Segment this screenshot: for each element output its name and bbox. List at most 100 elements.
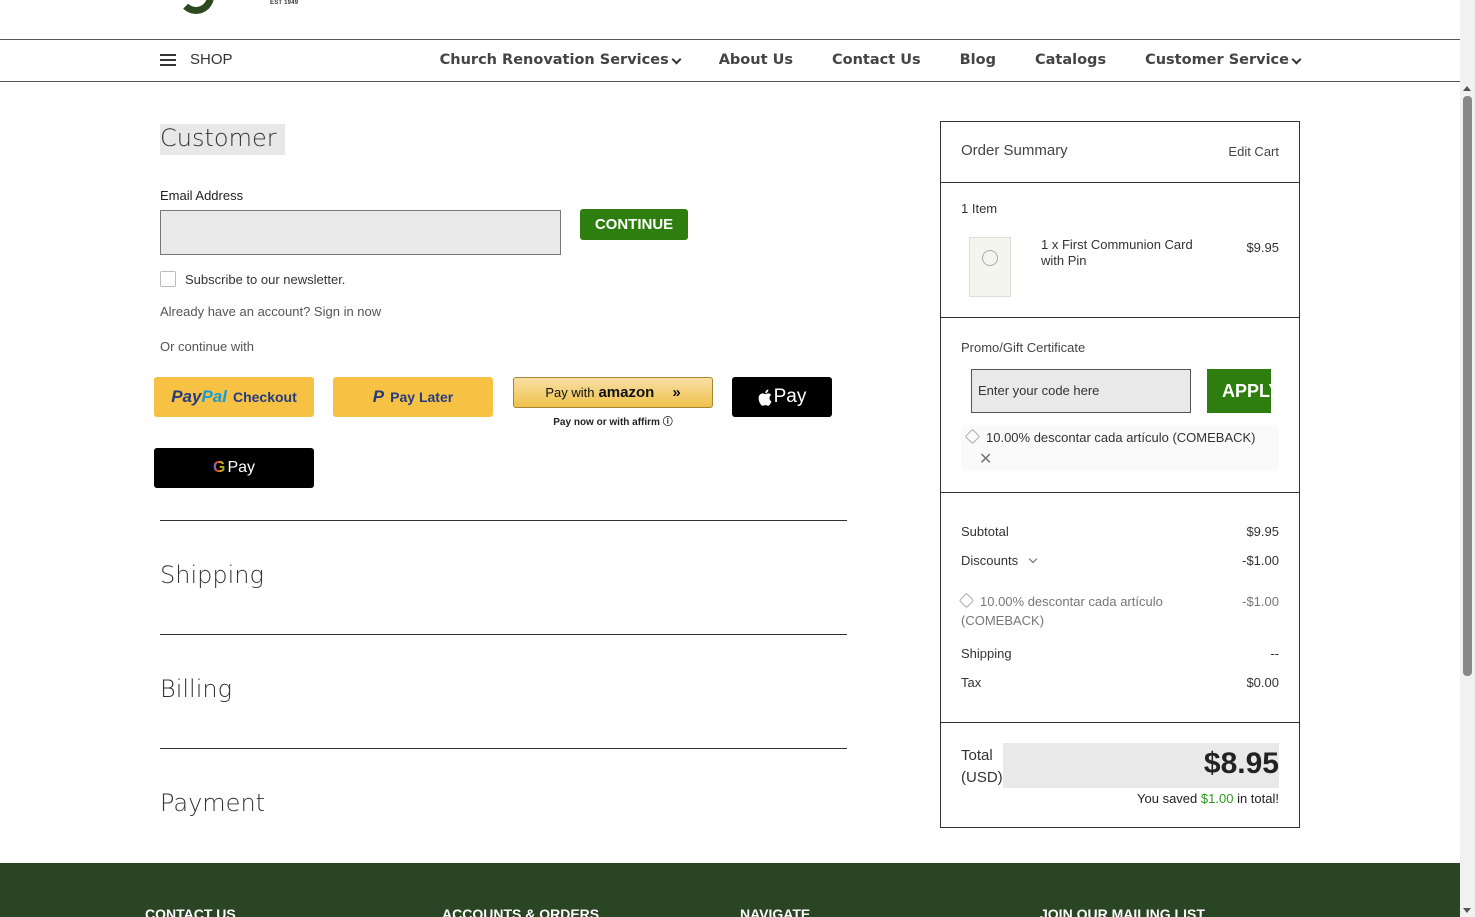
order-summary: Order Summary Edit Cart 1 Item 1 x First… bbox=[940, 121, 1300, 828]
divider bbox=[160, 634, 847, 635]
footer-accounts-heading: ACCOUNTS & ORDERS bbox=[442, 906, 600, 917]
tax-label: Tax bbox=[961, 675, 982, 690]
scroll-thumb[interactable] bbox=[1463, 96, 1472, 676]
google-pay-button[interactable]: G Pay bbox=[154, 448, 314, 488]
tag-icon bbox=[958, 592, 975, 609]
nav-item-church-renovation[interactable]: Church Renovation Services bbox=[439, 52, 682, 68]
nav-links: Church Renovation Services About Us Cont… bbox=[439, 52, 1302, 68]
apple-pay-button[interactable]: Pay bbox=[732, 377, 832, 417]
close-icon[interactable]: ✕ bbox=[979, 449, 992, 469]
chevron-down-icon[interactable] bbox=[1028, 554, 1038, 564]
footer-contact-heading: CONTACT US bbox=[145, 906, 236, 917]
nav-label: Customer Service bbox=[1145, 52, 1289, 68]
savings-note: You saved $1.00 in total! bbox=[1137, 791, 1279, 806]
shipping-heading: Shipping bbox=[160, 561, 264, 589]
total-label: Total (USD) bbox=[961, 747, 1003, 786]
payment-heading: Payment bbox=[160, 789, 266, 817]
newsletter-label: Subscribe to our newsletter. bbox=[185, 271, 346, 287]
coupon-text: 10.00% descontar cada artículo (COMEBACK… bbox=[986, 430, 1256, 445]
footer-mailing-heading: JOIN OUR MAILING LIST bbox=[1040, 906, 1205, 917]
paypal-p-icon: P bbox=[372, 387, 385, 406]
nav-item-about-us[interactable]: About Us bbox=[719, 52, 793, 68]
billing-heading: Billing bbox=[160, 675, 232, 703]
email-field[interactable] bbox=[160, 210, 561, 255]
scrollbar[interactable] bbox=[1460, 0, 1475, 917]
edit-cart-link[interactable]: Edit Cart bbox=[1228, 144, 1279, 159]
affirm-note: Pay now or with affirm ⓘ bbox=[553, 417, 673, 428]
subtotal-value: $9.95 bbox=[1246, 524, 1279, 539]
promo-label: Promo/Gift Certificate bbox=[961, 340, 1086, 355]
nav-item-customer-service[interactable]: Customer Service bbox=[1145, 52, 1302, 68]
paypal-logo-pay: Pay bbox=[171, 387, 202, 406]
amazon-logo: amazon bbox=[598, 384, 655, 401]
divider bbox=[941, 492, 1299, 493]
tag-icon bbox=[964, 428, 981, 445]
tax-value: $0.00 bbox=[1246, 675, 1279, 690]
subtotal-row: Subtotal $9.95 bbox=[961, 524, 1279, 539]
logo[interactable] bbox=[178, 0, 214, 14]
amazon-prefix: Pay with bbox=[545, 385, 595, 400]
nav-item-blog[interactable]: Blog bbox=[960, 52, 996, 68]
discount-detail-value: -$1.00 bbox=[1242, 594, 1279, 609]
scroll-up-arrow-icon[interactable] bbox=[1463, 86, 1471, 91]
scroll-down-arrow-icon[interactable] bbox=[1463, 908, 1471, 913]
nav-item-contact-us[interactable]: Contact Us bbox=[832, 52, 921, 68]
paypal-pay-later-button[interactable]: P Pay Later bbox=[333, 377, 493, 417]
amazon-pay-button[interactable]: Pay with amazon » bbox=[513, 377, 713, 408]
divider bbox=[160, 520, 847, 521]
tax-row: Tax $0.00 bbox=[961, 675, 1279, 690]
divider bbox=[941, 317, 1299, 318]
or-continue-text: Or continue with bbox=[160, 339, 254, 354]
divider bbox=[941, 722, 1299, 723]
item-count: 1 Item bbox=[961, 201, 998, 216]
logo-est-text: EST 1949 bbox=[270, 0, 299, 6]
discount-detail: 10.00% descontar cada artículo (COMEBACK… bbox=[958, 592, 1236, 630]
footer: CONTACT US ACCOUNTS & ORDERS NAVIGATE JO… bbox=[0, 863, 1460, 917]
chevron-down-icon bbox=[671, 54, 682, 65]
pay-later-text: Pay Later bbox=[390, 389, 454, 405]
paypal-checkout-button[interactable]: PayPal Checkout bbox=[154, 377, 314, 417]
saved-amount: $1.00 bbox=[1200, 791, 1234, 806]
customer-heading: Customer bbox=[160, 124, 285, 155]
saved-prefix: You saved bbox=[1137, 791, 1198, 806]
discounts-row[interactable]: Discounts -$1.00 bbox=[961, 553, 1279, 568]
product-thumbnail bbox=[969, 237, 1011, 297]
product-name: 1 x First Communion Card with Pin bbox=[1041, 237, 1193, 268]
order-summary-title: Order Summary bbox=[961, 142, 1068, 159]
newsletter-option[interactable]: Subscribe to our newsletter. bbox=[160, 271, 345, 287]
promo-code-input[interactable]: Enter your code here bbox=[971, 369, 1191, 413]
apple-icon bbox=[758, 389, 772, 406]
apple-pay-text: Pay bbox=[773, 386, 807, 407]
paypal-logo: PayPal bbox=[171, 387, 227, 407]
coupon-text-row: 10.00% descontar cada artículo (COMEBACK… bbox=[964, 428, 1256, 445]
continue-button[interactable]: CONTINUE bbox=[580, 209, 688, 240]
double-chevron-right-icon: » bbox=[672, 384, 681, 401]
hamburger-icon bbox=[160, 53, 176, 66]
discounts-label: Discounts bbox=[961, 553, 1019, 568]
shipping-value: -- bbox=[1270, 646, 1279, 661]
shop-menu-button[interactable]: SHOP bbox=[160, 51, 233, 68]
footer-navigate-heading: NAVIGATE bbox=[740, 906, 811, 917]
divider bbox=[941, 182, 1299, 183]
subtotal-label: Subtotal bbox=[961, 524, 1009, 539]
nav-item-catalogs[interactable]: Catalogs bbox=[1035, 52, 1106, 68]
nav-label: Church Renovation Services bbox=[439, 52, 669, 68]
email-label: Email Address bbox=[160, 188, 244, 203]
shop-label: SHOP bbox=[190, 51, 233, 68]
header: EST 1949 bbox=[0, 0, 1460, 40]
main-nav: SHOP Church Renovation Services About Us… bbox=[0, 41, 1460, 82]
newsletter-checkbox[interactable] bbox=[160, 271, 176, 287]
paypal-logo-pal: Pal bbox=[201, 387, 227, 406]
sign-in-link[interactable]: Already have an account? Sign in now bbox=[160, 304, 381, 319]
product-price: $9.95 bbox=[1246, 240, 1279, 255]
discount-detail-text: 10.00% descontar cada artículo (COMEBACK… bbox=[961, 594, 1163, 628]
chevron-down-icon bbox=[1291, 54, 1302, 65]
discounts-value: -$1.00 bbox=[1242, 553, 1279, 568]
shipping-row: Shipping -- bbox=[961, 646, 1279, 661]
total-value: $8.95 bbox=[1203, 747, 1279, 780]
paypal-text: Checkout bbox=[232, 389, 297, 405]
saved-suffix: in total! bbox=[1237, 791, 1279, 806]
applied-coupon: 10.00% descontar cada artículo (COMEBACK… bbox=[961, 425, 1279, 471]
apply-button[interactable]: APPLY bbox=[1207, 369, 1271, 413]
shipping-label: Shipping bbox=[961, 646, 1012, 661]
